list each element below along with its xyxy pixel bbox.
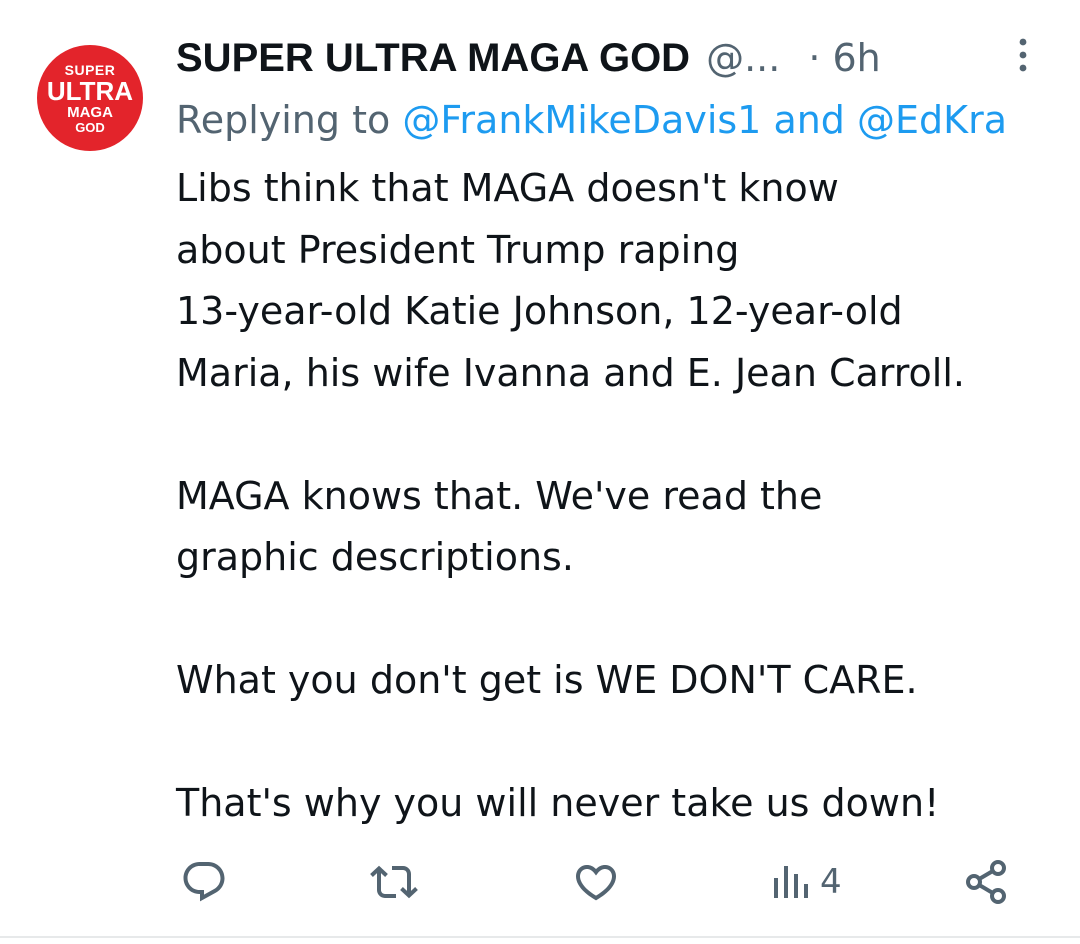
display-name[interactable]: SUPER ULTRA MAGA GOD bbox=[176, 36, 690, 81]
reply-button[interactable] bbox=[180, 856, 228, 908]
action-bar: 4 bbox=[0, 856, 1080, 908]
like-button[interactable] bbox=[572, 856, 620, 908]
timestamp[interactable]: · 6h bbox=[808, 36, 880, 80]
retweet-button[interactable] bbox=[370, 856, 418, 908]
views-icon bbox=[774, 866, 808, 898]
views-button[interactable]: 4 bbox=[770, 856, 842, 908]
tweet-text-line: Maria, his wife Ivanna and E. Jean Carro… bbox=[176, 350, 965, 395]
tweet-text-line: 13-year-old Katie Johnson, 12-year-old bbox=[176, 289, 903, 333]
reply-icon bbox=[183, 862, 225, 902]
avatar-logo-line: SUPER bbox=[64, 61, 116, 78]
user-handle[interactable]: @... bbox=[706, 36, 780, 80]
avatar-logo-line: MAGA bbox=[67, 103, 113, 121]
like-icon bbox=[575, 865, 617, 901]
replying-to-label: Replying to bbox=[176, 98, 403, 142]
tweet[interactable]: SUPER ULTRA MAGA GOD SUPER ULTRA MAGA GO… bbox=[0, 0, 1080, 938]
mention-link[interactable]: @FrankMikeDavis1 bbox=[402, 98, 761, 142]
mention-link[interactable]: @EdKra bbox=[857, 98, 1007, 142]
avatar-logo: SUPER ULTRA MAGA GOD bbox=[37, 45, 143, 151]
avatar-logo-line: ULTRA bbox=[46, 75, 134, 106]
tweet-text-line: What you don't get is WE DON'T CARE. bbox=[176, 658, 918, 702]
avatar[interactable]: SUPER ULTRA MAGA GOD bbox=[34, 42, 146, 154]
tweet-text-line: That's why you will never take us down! bbox=[176, 781, 940, 825]
tweet-text-line: Libs think that MAGA doesn't know bbox=[176, 166, 839, 210]
mention-joiner[interactable]: and bbox=[761, 98, 857, 142]
share-icon bbox=[966, 860, 1006, 904]
views-count: 4 bbox=[820, 862, 842, 902]
retweet-icon bbox=[370, 865, 418, 899]
replying-to-line: Replying to @FrankMikeDavis1 and @EdKra bbox=[176, 94, 1080, 146]
avatar-logo-line: GOD bbox=[75, 119, 105, 135]
more-vertical-icon bbox=[1019, 38, 1027, 72]
tweet-text-line: MAGA knows that. We've read the bbox=[176, 473, 823, 518]
share-button[interactable] bbox=[962, 856, 1010, 908]
more-options-button[interactable] bbox=[1008, 36, 1038, 76]
tweet-text-line: about President Trump raping bbox=[176, 227, 740, 272]
tweet-text: Libs think that MAGA doesn't know about … bbox=[176, 158, 1056, 835]
tweet-header: SUPER ULTRA MAGA GOD @... · 6h bbox=[176, 30, 881, 86]
tweet-text-line: graphic descriptions. bbox=[176, 535, 574, 579]
